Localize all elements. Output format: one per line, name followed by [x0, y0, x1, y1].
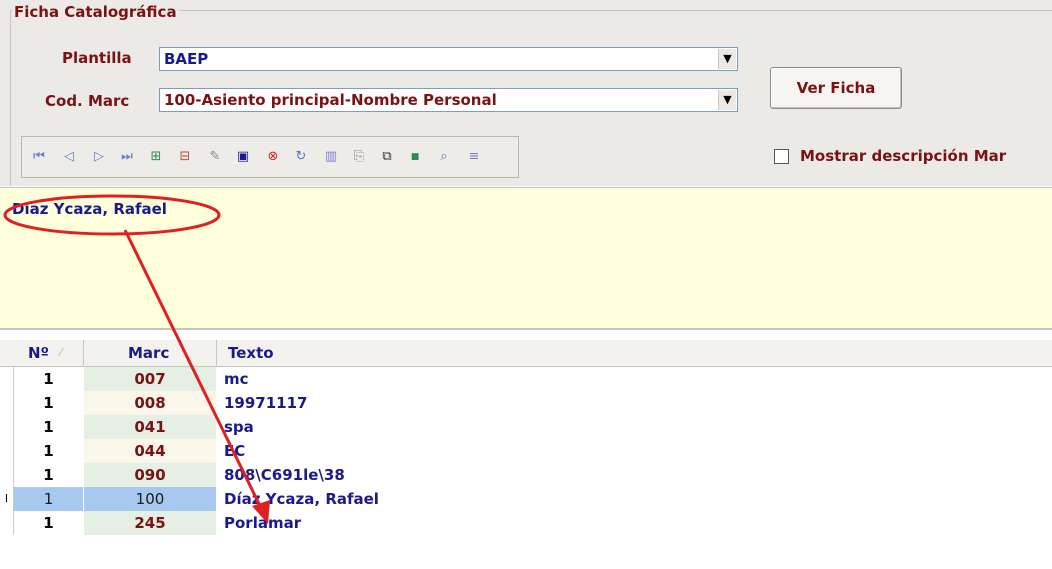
cell-marc[interactable]: 100 — [84, 487, 216, 511]
plantilla-label: Plantilla — [62, 49, 132, 67]
section-title: Ficha Catalográfica — [12, 3, 179, 21]
record-memo[interactable]: Díaz Ycaza, Rafael — [0, 187, 1052, 330]
cell-marc[interactable]: 041 — [84, 415, 216, 439]
delete-icon[interactable]: ⊟ — [177, 149, 193, 165]
columns-icon[interactable]: ▥ — [323, 149, 339, 165]
cell-marc[interactable]: 008 — [84, 391, 216, 415]
header-numero[interactable]: Nº — [28, 344, 49, 362]
navigator-toolbar: ⏮ ◁ ▷ ⏭ ⊞ ⊟ ✎ ▣ ⊗ ↻ ▥ ⎘ ⧉ ■ ⌕ ≡ — [21, 136, 519, 178]
table-row[interactable]: 1 008 19971117 — [0, 391, 1052, 415]
header-divider — [216, 340, 217, 366]
insert-icon[interactable]: ⊞ — [148, 149, 164, 165]
cell-numero[interactable]: 1 — [14, 367, 83, 391]
plantilla-combo[interactable]: BAEP ▼ — [159, 47, 738, 71]
table-row[interactable]: 1 041 spa — [0, 415, 1052, 439]
grid-header: Nº ⁄ Marc Texto — [0, 340, 1052, 367]
row-indicator[interactable] — [0, 463, 14, 487]
chevron-down-icon[interactable]: ▼ — [718, 90, 736, 110]
cell-marc[interactable]: 044 — [84, 439, 216, 463]
catalog-card-panel: Ficha Catalográfica Plantilla BAEP ▼ Cod… — [0, 0, 1052, 186]
cell-marc[interactable]: 007 — [84, 367, 216, 391]
cell-numero[interactable]: 1 — [14, 463, 83, 487]
ver-ficha-button[interactable]: Ver Ficha — [770, 67, 902, 109]
cell-texto[interactable]: 19971117 — [224, 391, 308, 415]
mostrar-descripcion-label[interactable]: Mostrar descripción Mar — [800, 147, 1006, 165]
row-indicator[interactable] — [0, 415, 14, 439]
header-marc[interactable]: Marc — [128, 344, 169, 362]
header-divider — [83, 340, 84, 366]
group-frame-left — [10, 10, 11, 186]
row-indicator[interactable] — [0, 391, 14, 415]
xls-icon[interactable]: ■ — [407, 149, 423, 165]
table-row[interactable]: 1 044 EC — [0, 439, 1052, 463]
cell-numero[interactable]: 1 — [14, 511, 83, 535]
chevron-down-icon[interactable]: ▼ — [718, 49, 736, 69]
sort-icon: ⁄ — [60, 346, 62, 359]
mostrar-descripcion-checkbox[interactable] — [774, 149, 789, 164]
next-icon[interactable]: ▷ — [91, 149, 107, 165]
table-row[interactable]: 1 090 808\C691le\38 — [0, 463, 1052, 487]
first-icon[interactable]: ⏮ — [31, 149, 47, 165]
row-indicator[interactable] — [0, 511, 14, 535]
list-icon[interactable]: ≡ — [466, 149, 482, 165]
cod-marc-value: 100-Asiento principal-Nombre Personal — [164, 91, 497, 109]
plantilla-value: BAEP — [164, 50, 209, 68]
cell-texto[interactable]: EC — [224, 439, 245, 463]
cod-marc-combo[interactable]: 100-Asiento principal-Nombre Personal ▼ — [159, 88, 738, 112]
marc-grid: Nº ⁄ Marc Texto 1 007 mc 1 008 19971117 1 041 sp… — [0, 340, 1052, 569]
cell-texto[interactable]: mc — [224, 367, 249, 391]
cell-texto[interactable]: Díaz Ycaza, Rafael — [224, 487, 379, 511]
prev-icon[interactable]: ◁ — [61, 149, 77, 165]
cell-texto[interactable]: spa — [224, 415, 254, 439]
table-row[interactable]: 1 245 Porlamar — [0, 511, 1052, 535]
row-indicator[interactable] — [0, 439, 14, 463]
save-icon[interactable]: ▣ — [235, 149, 251, 165]
table-row[interactable]: I 1 100 Díaz Ycaza, Rafael — [0, 487, 1052, 511]
table-row[interactable]: 1 007 mc — [0, 367, 1052, 391]
memo-text: Díaz Ycaza, Rafael — [12, 200, 167, 218]
last-icon[interactable]: ⏭ — [119, 149, 135, 165]
copy-icon[interactable]: ⧉ — [379, 149, 395, 165]
edit-icon[interactable]: ✎ — [207, 149, 223, 165]
search-icon[interactable]: ⌕ — [436, 149, 452, 165]
cell-marc[interactable]: 090 — [84, 463, 216, 487]
row-indicator[interactable] — [0, 367, 14, 391]
cell-marc[interactable]: 245 — [84, 511, 216, 535]
cell-texto[interactable]: 808\C691le\38 — [224, 463, 345, 487]
cod-marc-label: Cod. Marc — [45, 92, 130, 110]
cell-numero[interactable]: 1 — [14, 391, 83, 415]
cell-texto[interactable]: Porlamar — [224, 511, 301, 535]
cancel-icon[interactable]: ⊗ — [265, 149, 281, 165]
paste-icon[interactable]: ⎘ — [351, 149, 367, 165]
header-texto[interactable]: Texto — [228, 344, 274, 362]
refresh-icon[interactable]: ↻ — [293, 149, 309, 165]
cell-numero[interactable]: 1 — [14, 415, 83, 439]
cell-numero[interactable]: 1 — [14, 487, 83, 511]
cell-numero[interactable]: 1 — [14, 439, 83, 463]
row-indicator[interactable]: I — [0, 487, 14, 511]
